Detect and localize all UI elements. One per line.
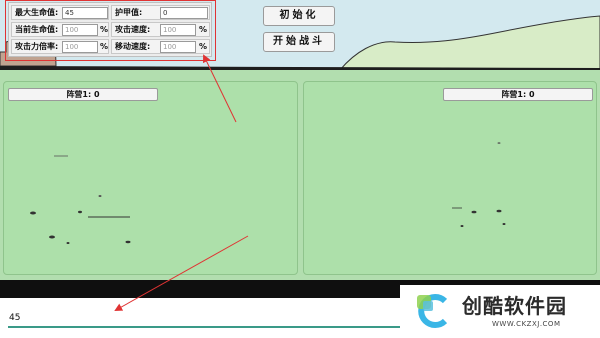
logo-icon [415,293,451,329]
logo-url: WWW.CKZXJ.COM [492,320,561,328]
logo-name: 创酷软件园 [462,294,567,318]
bottom-value-text: 45 [9,313,21,323]
bottom-underline [8,326,400,328]
watermark-logo: 创酷软件园 WWW.CKZXJ.COM [400,285,600,338]
